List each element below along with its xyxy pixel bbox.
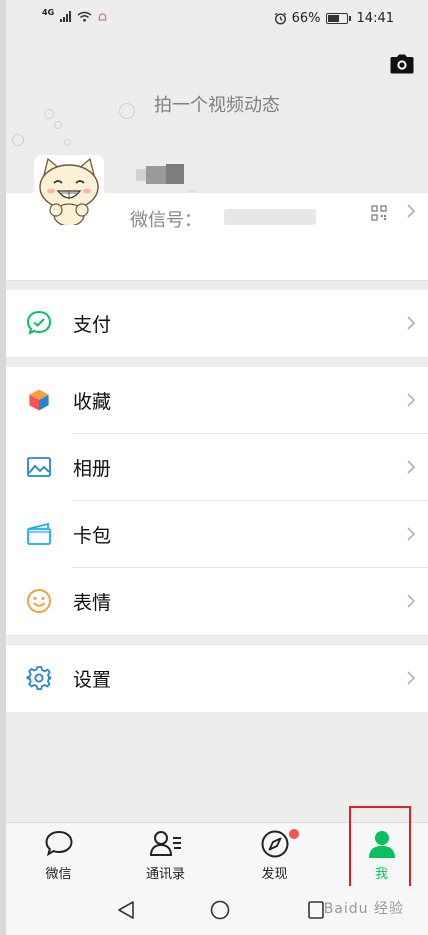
favorites-icon: [28, 388, 50, 412]
tab-label: 微信: [45, 867, 72, 882]
menu-item-label: 卡包: [73, 525, 112, 547]
chevron-right-icon: [407, 594, 416, 608]
battery-icon: [325, 13, 351, 24]
status-right-group: 66% 14:41: [274, 11, 394, 26]
menu-item-stickers[interactable]: 表情: [6, 568, 428, 635]
decor-bubble: [44, 109, 54, 119]
chevron-right-icon: [407, 460, 416, 474]
chat-icon: [44, 830, 73, 857]
discover-badge-dot: [289, 829, 299, 839]
battery-percent: 66%: [291, 11, 321, 26]
watermark: Baidu 经验: [323, 901, 404, 917]
card-wallet-icon: [27, 522, 51, 545]
menu-item-label: 支付: [73, 314, 112, 336]
chevron-right-icon: [407, 671, 416, 685]
clock: 14:41: [356, 11, 394, 26]
avatar[interactable]: [34, 155, 104, 225]
album-icon: [27, 457, 51, 477]
status-left-group: 4G: [42, 8, 107, 22]
back-button[interactable]: [116, 900, 136, 920]
chevron-right-icon: [407, 527, 416, 541]
menu-item-favorites[interactable]: 收藏: [6, 367, 428, 434]
notification-icon: [98, 12, 107, 20]
menu-section-settings: 设置: [6, 645, 428, 712]
decor-bubble: [12, 134, 24, 146]
signal-icon: [60, 11, 72, 22]
contacts-icon: [149, 831, 181, 856]
tab-chats[interactable]: 微信: [6, 823, 111, 887]
sticker-icon: [27, 589, 51, 613]
alarm-icon: [274, 12, 286, 25]
wechat-id-label: 微信号：: [130, 210, 202, 231]
menu-item-label: 设置: [73, 669, 112, 691]
menu-item-album[interactable]: 相册: [6, 434, 428, 501]
menu-item-label: 相册: [73, 458, 112, 480]
qr-code-icon[interactable]: [371, 205, 387, 221]
status-bar: 4G 66% 14:41: [6, 0, 428, 38]
wechat-me-screen: 4G 66% 14:41 拍一个视频动态 微信号： 支付 收藏 相册 卡包 表情…: [6, 0, 428, 935]
wifi-icon: [77, 11, 92, 22]
menu-item-label: 表情: [73, 592, 112, 614]
pay-icon: [26, 310, 52, 335]
menu-section-services: 收藏 相册 卡包 表情: [6, 367, 428, 635]
camera-icon[interactable]: [390, 54, 414, 74]
tab-discover[interactable]: 发现: [222, 823, 327, 887]
chevron-right-icon: [407, 393, 416, 407]
cat-avatar-image: [34, 155, 104, 225]
video-status-prompt[interactable]: 拍一个视频动态: [6, 91, 428, 117]
chevron-right-icon: [407, 204, 416, 218]
menu-item-label: 收藏: [73, 391, 112, 413]
nickname-redacted: [134, 160, 184, 186]
system-nav-bar: Baidu 经验: [6, 886, 428, 935]
wechat-id-redacted: [224, 209, 316, 225]
chevron-right-icon: [407, 316, 416, 330]
annotation-highlight-box: [349, 806, 411, 888]
tab-contacts[interactable]: 通讯录: [113, 823, 218, 887]
menu-item-card-wallet[interactable]: 卡包: [6, 501, 428, 568]
decor-bubble: [54, 121, 62, 129]
decor-bubble: [119, 103, 135, 119]
settings-icon: [26, 666, 52, 690]
home-button[interactable]: [210, 900, 230, 920]
tab-label: 发现: [261, 867, 288, 882]
decor-bubble: [64, 139, 71, 146]
menu-item-settings[interactable]: 设置: [6, 645, 428, 712]
discover-icon: [261, 830, 288, 858]
menu-section-pay: 支付: [6, 290, 428, 357]
tab-label: 通讯录: [145, 867, 185, 882]
menu-item-pay[interactable]: 支付: [6, 290, 428, 357]
network-type-label: 4G: [42, 8, 55, 17]
